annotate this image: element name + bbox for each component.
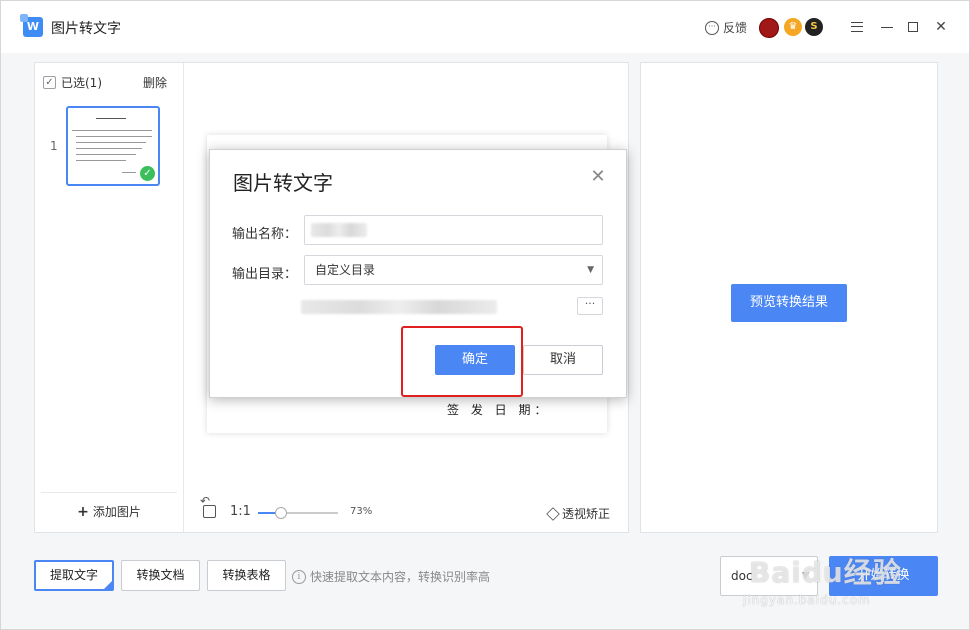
result-panel: 预览转换结果 bbox=[640, 62, 938, 533]
menu-button[interactable] bbox=[847, 17, 867, 37]
output-name-label: 输出名称： bbox=[232, 227, 298, 242]
thumbnail-index: 1 bbox=[50, 139, 58, 153]
thumbnail-column: ✓ 已选(1) 删除 1 ✓ + 添加图片 bbox=[35, 63, 184, 532]
s-badge-icon[interactable]: S bbox=[805, 18, 823, 36]
rotate-icon[interactable] bbox=[200, 494, 216, 518]
export-dialog: 图片转文字 ✕ 输出名称： 输出目录： 自定义目录 ▼ ··· 确定 取消 bbox=[209, 149, 627, 398]
thumbnail-text-line bbox=[76, 148, 142, 149]
preview-result-button[interactable]: 预览转换结果 bbox=[731, 284, 847, 322]
add-image-label: 添加图片 bbox=[92, 505, 141, 519]
thumbnail-text-line bbox=[72, 130, 152, 131]
plus-icon: + bbox=[77, 503, 89, 520]
redacted-filename bbox=[311, 223, 367, 237]
add-image-button[interactable]: + 添加图片 bbox=[41, 492, 177, 530]
zoom-value: 73% bbox=[350, 506, 373, 517]
close-icon: ✕ bbox=[590, 166, 606, 187]
zoom-slider[interactable] bbox=[258, 507, 338, 519]
feedback-button[interactable]: ··· 反馈 bbox=[705, 19, 747, 36]
thumbnail-text-line bbox=[76, 154, 136, 155]
dialog-close-button[interactable]: ✕ bbox=[588, 167, 608, 187]
select-all-checkbox[interactable]: ✓ 已选(1) bbox=[43, 74, 102, 91]
browse-folder-button[interactable]: ··· bbox=[577, 297, 603, 315]
maximize-icon bbox=[908, 22, 918, 32]
select-all-label: 已选(1) bbox=[61, 76, 102, 90]
thumbnail-text-line bbox=[96, 118, 126, 119]
highlight-annotation bbox=[401, 326, 523, 397]
output-dir-select[interactable]: 自定义目录 ▼ bbox=[304, 255, 603, 285]
convert-table-button[interactable]: 转换表格 bbox=[207, 560, 286, 591]
output-name-input[interactable] bbox=[304, 215, 603, 245]
chat-bubble-icon: ··· bbox=[705, 20, 719, 35]
crown-badge-icon[interactable]: ♛ bbox=[784, 18, 802, 36]
zoom-slider-handle[interactable] bbox=[275, 507, 288, 519]
hamburger-icon bbox=[851, 22, 863, 32]
thumbnail-text-line bbox=[76, 142, 146, 143]
convert-doc-button[interactable]: 转换文档 bbox=[121, 560, 200, 591]
maximize-button[interactable] bbox=[903, 17, 923, 37]
thumbnail-text-line bbox=[122, 172, 136, 173]
preview-toolbar: 1:1 73% 透视矫正 bbox=[185, 494, 628, 527]
feedback-label: 反馈 bbox=[723, 21, 748, 35]
cancel-button[interactable]: 取消 bbox=[523, 345, 603, 375]
title-bar: W 图片转文字 ··· 反馈 ♛ S ✕ bbox=[1, 1, 969, 53]
info-icon: i bbox=[292, 569, 306, 584]
app-title: 图片转文字 bbox=[51, 21, 121, 37]
app-window: W 图片转文字 ··· 反馈 ♛ S ✕ ✓ 已选(1) 删除 1 ✓ + 添加… bbox=[0, 0, 970, 630]
thumbnail-text-line bbox=[76, 160, 126, 161]
watermark-logo: Baidu经验 bbox=[749, 556, 902, 589]
actual-size-button[interactable]: 1:1 bbox=[230, 504, 251, 519]
user-avatar[interactable] bbox=[759, 18, 779, 38]
close-window-button[interactable]: ✕ bbox=[931, 17, 951, 37]
minimize-button[interactable] bbox=[877, 17, 897, 37]
thumbnail-text-line bbox=[76, 136, 152, 137]
minimize-icon bbox=[881, 26, 893, 28]
app-logo-icon: W bbox=[20, 14, 43, 37]
checkbox-checked-icon: ✓ bbox=[43, 76, 56, 89]
hint-text: i 快速提取文本内容，转换识别率高 bbox=[292, 568, 490, 585]
perspective-label: 透视矫正 bbox=[562, 507, 611, 521]
redacted-path bbox=[301, 300, 497, 314]
hint-label: 快速提取文本内容，转换识别率高 bbox=[310, 570, 491, 584]
watermark-url: jingyan.baidu.com bbox=[743, 593, 871, 607]
perspective-correct-button[interactable]: 透视矫正 bbox=[546, 505, 611, 522]
cube-icon bbox=[546, 506, 560, 521]
delete-button[interactable]: 删除 bbox=[143, 74, 167, 91]
dialog-title: 图片转文字 bbox=[233, 171, 333, 195]
dropdown-arrow-icon: ▼ bbox=[587, 265, 594, 275]
close-icon: ✕ bbox=[935, 19, 947, 35]
output-dir-label: 输出目录： bbox=[232, 267, 298, 282]
image-thumbnail[interactable]: ✓ bbox=[66, 106, 160, 186]
output-dir-value: 自定义目录 bbox=[315, 263, 376, 277]
check-circle-icon: ✓ bbox=[140, 166, 155, 181]
doc-sign-date: 签 发 日 期： bbox=[447, 403, 551, 417]
extract-text-button[interactable]: 提取文字 bbox=[34, 560, 114, 591]
